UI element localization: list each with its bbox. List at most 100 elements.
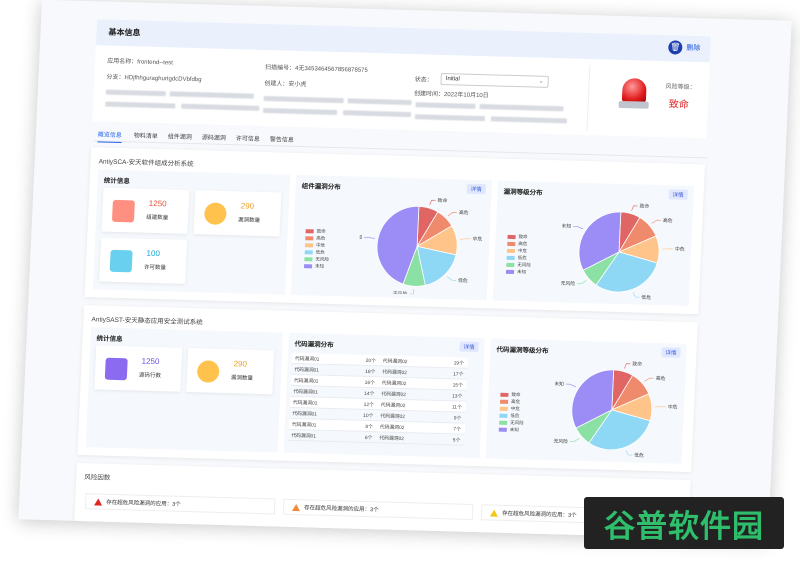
report-page: 基本信息 🗑 删除 应用名称：frontend--test 扫描编号：4无345… [18, 0, 792, 541]
risk-item[interactable]: 存在超危风险漏洞的应用：3个 [282, 498, 474, 520]
chart-legend: 致命 高危 中危 低危 无风险 未知 [304, 227, 330, 270]
legend-swatch [507, 234, 516, 239]
blurred-text [105, 89, 166, 97]
blurred-text [490, 116, 568, 124]
legend-swatch [506, 255, 515, 260]
tab-source-vuln[interactable]: 源码漏洞 [202, 132, 226, 142]
pie-leader-line [632, 292, 640, 298]
pie-label: 低危 [634, 452, 644, 459]
pie-label: 低危 [458, 277, 468, 284]
bug-icon [203, 202, 227, 225]
pie-leader-line [631, 205, 638, 211]
pie-label: 高危 [459, 209, 469, 216]
legend-label: 中危 [315, 242, 326, 248]
blurred-text [105, 101, 176, 109]
warning-icon [489, 508, 499, 517]
legend-item: 未知 [505, 268, 531, 276]
vuln-count-cell: 14个 [364, 391, 375, 397]
creator-field: 创建人：安小虎 [264, 81, 307, 89]
pie-label: 无风险 [393, 290, 408, 296]
code-vuln-table: 代码漏洞01 20个 代码漏洞02 19个 代码漏洞01 18个 代码漏洞02 17个 代码漏洞… [288, 352, 469, 446]
detail-button[interactable]: 详情 [459, 341, 479, 353]
blurred-text [262, 107, 338, 116]
risk-item[interactable]: 存在超危风险漏洞的应用：3个 [84, 493, 276, 515]
legend-label: 无风险 [315, 255, 330, 262]
legend-label: 低危 [315, 249, 325, 255]
vuln-name-cell: 代码漏洞02 [381, 391, 406, 398]
pie-leader-line [661, 248, 673, 250]
pie-label: 低危 [641, 294, 651, 301]
legend-label: 低危 [510, 412, 520, 418]
legend-label: 致命 [518, 233, 528, 239]
vuln-count-cell: 18个 [365, 369, 376, 375]
pie-label: 无风险 [561, 280, 576, 287]
status-select[interactable]: Initial ⌄ [440, 72, 549, 88]
detail-button[interactable]: 详情 [668, 189, 688, 200]
detail-button[interactable]: 详情 [661, 347, 681, 358]
warning-icon [291, 503, 301, 511]
legend-swatch [304, 256, 313, 261]
legend-label: 未知 [509, 426, 519, 432]
pie-label: 中危 [472, 235, 482, 242]
pie-label: 无风险 [553, 438, 568, 445]
chart-title: 组件漏洞分布 [301, 183, 341, 192]
siren-icon [618, 74, 650, 111]
pie-leader-line [644, 377, 654, 382]
tab-overview[interactable]: 概览信息 [98, 129, 122, 139]
sca-section: AntiySCA-安天软件组成分析系统 统计信息 1250 组建数量 290 漏… [84, 147, 706, 315]
legend-swatch [305, 235, 314, 240]
pie-leader-line [654, 406, 666, 408]
sast-title: AntiySAST-安天静态应用安全测试系统 [91, 316, 203, 327]
bug-icon [196, 360, 220, 383]
pie-leader-line [577, 280, 587, 285]
legend-swatch [499, 413, 508, 418]
legend-label: 中危 [510, 405, 520, 411]
license-count-caption: 许可数量 [143, 264, 167, 272]
pie-leader-line [459, 238, 471, 240]
license-count-card: 100 许可数量 [99, 237, 188, 284]
legend-label: 高危 [316, 235, 326, 241]
sca-level-chart-panel: 漏洞等级分布 详情 致命 高危 中危 低危 无风险 未知 致命 高危 中危 低危 无风险 未知 [492, 180, 695, 306]
vuln-count-cell: 5个 [452, 437, 461, 444]
source-lines-card: 1250 源码行数 [94, 345, 183, 392]
vuln-count-cell: 10个 [363, 413, 374, 419]
vuln-name-cell: 代码漏洞02 [382, 369, 407, 376]
vuln-name-cell: 代码漏洞01 [292, 411, 318, 418]
risk-level-value: 致命 [668, 99, 689, 111]
source-lines-caption: 源码行数 [138, 372, 162, 380]
chevron-down-icon: ⌄ [538, 78, 544, 85]
vuln-count-cell: 16个 [364, 380, 375, 386]
legend-swatch [305, 228, 314, 233]
vuln-name-cell: 代码漏洞02 [382, 358, 408, 365]
bag-icon [111, 199, 135, 223]
sast-stats-title: 统计信息 [96, 335, 123, 344]
legend-label: 高危 [518, 240, 528, 246]
detail-button[interactable]: 详情 [466, 183, 486, 195]
vuln-count-cell: 11个 [451, 404, 462, 411]
vuln-name-cell: 代码漏洞02 [379, 435, 404, 442]
component-count: 1250 [148, 198, 167, 209]
delete-label: 删除 [686, 44, 701, 53]
sast-vuln-count-caption: 漏洞数量 [230, 375, 254, 382]
pie-leader-line [364, 237, 375, 239]
pie-label: 致命 [632, 360, 642, 367]
vuln-count: 290 [240, 201, 255, 211]
delete-button[interactable]: 🗑 删除 [668, 40, 701, 55]
tab-warning[interactable]: 警告信息 [270, 134, 294, 144]
legend-item: 未知 [498, 426, 524, 434]
pie-label: 致命 [437, 197, 447, 204]
vuln-name-cell: 代码漏洞01 [293, 378, 319, 385]
tab-bom[interactable]: 物料清单 [134, 130, 158, 140]
blurred-text [415, 102, 476, 109]
vuln-count-cell: 9个 [453, 415, 462, 422]
vuln-count-card: 290 漏洞数量 [193, 190, 282, 237]
tab-component-vuln[interactable]: 组件漏洞 [168, 131, 192, 141]
vuln-count-caption: 漏洞数量 [237, 217, 261, 224]
legend-swatch [498, 427, 507, 432]
tab-license[interactable]: 许可信息 [236, 133, 260, 143]
vuln-name-cell: 代码漏洞01 [294, 367, 320, 374]
sast-vuln-count: 290 [233, 359, 248, 369]
pie-chart: 致命高危中危低危无风险 未知 [357, 197, 483, 296]
legend-label: 未知 [315, 262, 325, 269]
vuln-name-cell: 代码漏洞01 [293, 389, 319, 396]
